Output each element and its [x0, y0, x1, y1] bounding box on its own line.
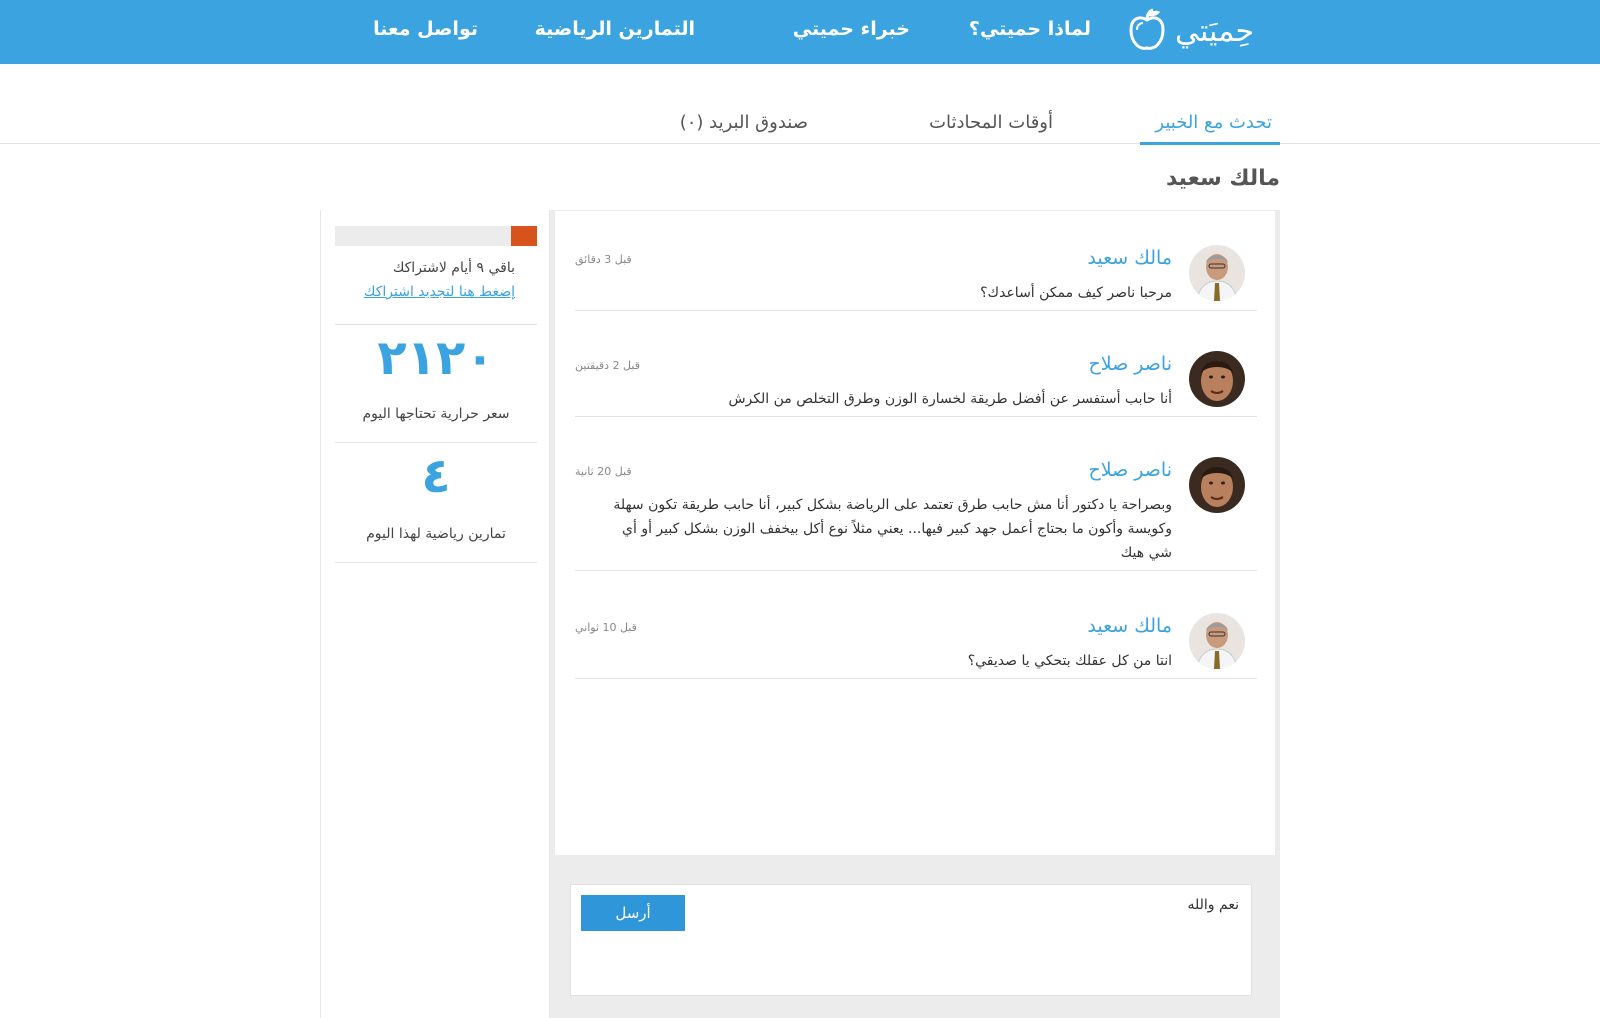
sender-name[interactable]: مالك سعيد: [1087, 615, 1172, 637]
active-tab-indicator: [1140, 142, 1280, 145]
tab-talk-to-expert[interactable]: تحدث مع الخبير: [1155, 112, 1272, 133]
top-navbar: حِميَتي لماذا حميتي؟ خبراء حميتي التماري…: [0, 0, 1600, 64]
brand-name: حِميَتي: [1175, 13, 1254, 49]
sender-name[interactable]: ناصر صلاح: [1089, 459, 1172, 481]
tab-chat-times[interactable]: أوقات المحادثات: [929, 112, 1053, 133]
user-avatar[interactable]: [1189, 457, 1245, 513]
message-text: وبصراحة يا دكتور أنا مش حابب طرق تعتمد ع…: [613, 497, 1172, 561]
chat-area: مالك سعيد قبل 3 دقائق مرحبا ناصر كيف ممك…: [550, 210, 1280, 1018]
tab-mailbox[interactable]: صندوق البريد (٠): [680, 112, 808, 133]
message-time: قبل 20 ثانية: [575, 465, 632, 478]
sidebar-divider: [335, 562, 537, 563]
send-button[interactable]: أرسل: [581, 895, 685, 931]
nav-experts[interactable]: خبراء حميتي: [793, 18, 910, 40]
sidebar-divider: [335, 442, 537, 443]
message-item: ناصر صلاح قبل 2 دقيقتين أنا حابب أستفسر …: [575, 351, 1257, 417]
subscription-progress-fill: [510, 226, 537, 246]
message-text: مرحبا ناصر كيف ممكن أساعدك؟: [980, 285, 1172, 301]
message-item: مالك سعيد قبل 3 دقائق مرحبا ناصر كيف ممك…: [575, 245, 1257, 311]
exercises-count: ٤: [421, 448, 451, 504]
brand-logo[interactable]: حِميَتي: [1127, 6, 1254, 56]
user-avatar[interactable]: [1189, 351, 1245, 407]
nav-why-himyati[interactable]: لماذا حميتي؟: [969, 18, 1091, 40]
message-text: أنا حابب أستفسر عن أفضل طريقة لخسارة الو…: [728, 391, 1172, 407]
subscription-progress-bar: [335, 226, 537, 246]
message-time: قبل 3 دقائق: [575, 253, 632, 266]
calories-label: سعر حرارية تحتاجها اليوم: [362, 406, 510, 422]
message-time: قبل 10 ثواني: [575, 621, 637, 634]
message-time: قبل 2 دقيقتين: [575, 359, 640, 372]
sidebar: باقي ٩ أيام لاشتراكك إضغط هنا لتجديد اشت…: [320, 210, 550, 1018]
message-list[interactable]: مالك سعيد قبل 3 دقائق مرحبا ناصر كيف ممك…: [554, 210, 1276, 856]
calories-value: ٢١٢٠: [377, 330, 495, 386]
message-composer: أرسل: [570, 884, 1252, 996]
sender-name[interactable]: مالك سعيد: [1087, 247, 1172, 269]
renew-subscription-link[interactable]: إضغط هنا لتجديد اشتراكك: [364, 284, 515, 300]
message-text: انتا من كل عقلك بتحكي يا صديقي؟: [967, 653, 1172, 669]
apple-icon: [1129, 8, 1165, 50]
message-item: ناصر صلاح قبل 20 ثانية وبصراحة يا دكتور …: [575, 457, 1257, 571]
sender-name[interactable]: ناصر صلاح: [1089, 353, 1172, 375]
doctor-avatar[interactable]: [1189, 613, 1245, 669]
nav-exercises[interactable]: التمارين الرياضية: [535, 18, 695, 40]
doctor-avatar[interactable]: [1189, 245, 1245, 301]
exercises-label: تمارين رياضية لهذا اليوم: [366, 526, 506, 542]
nav-contact[interactable]: تواصل معنا: [373, 18, 478, 40]
subscription-remaining: باقي ٩ أيام لاشتراكك: [392, 260, 515, 276]
sidebar-divider: [335, 324, 537, 325]
tabs-divider: [0, 143, 1600, 144]
message-item: مالك سعيد قبل 10 ثواني انتا من كل عقلك ب…: [575, 613, 1257, 679]
conversation-title: مالك سعيد: [1165, 166, 1280, 191]
